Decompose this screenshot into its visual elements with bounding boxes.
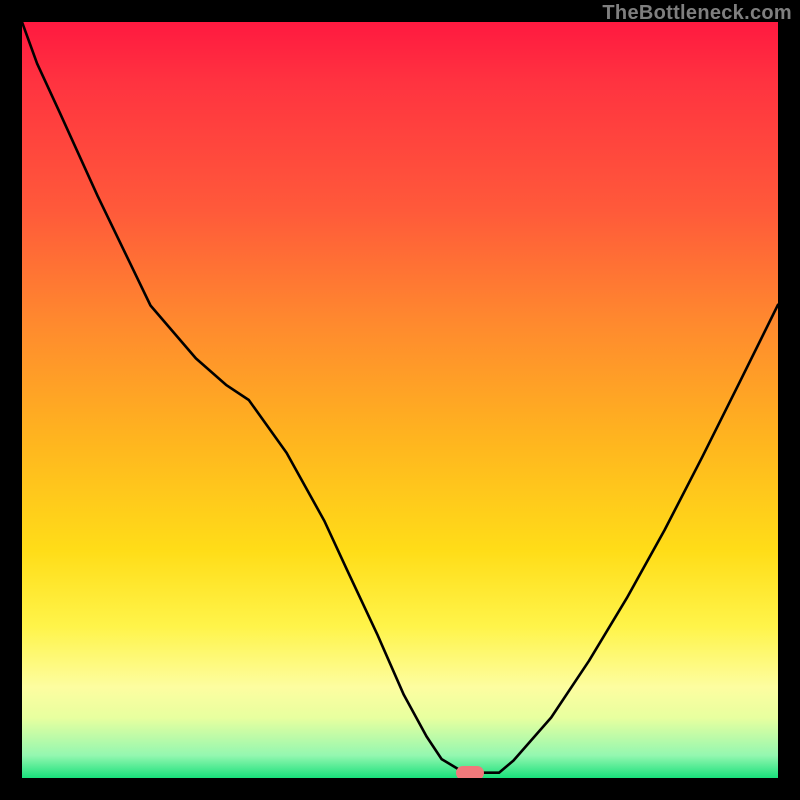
plot-area [22,22,778,778]
minimum-marker [456,766,484,778]
bottleneck-curve [22,22,778,778]
chart-frame: TheBottleneck.com [0,0,800,800]
